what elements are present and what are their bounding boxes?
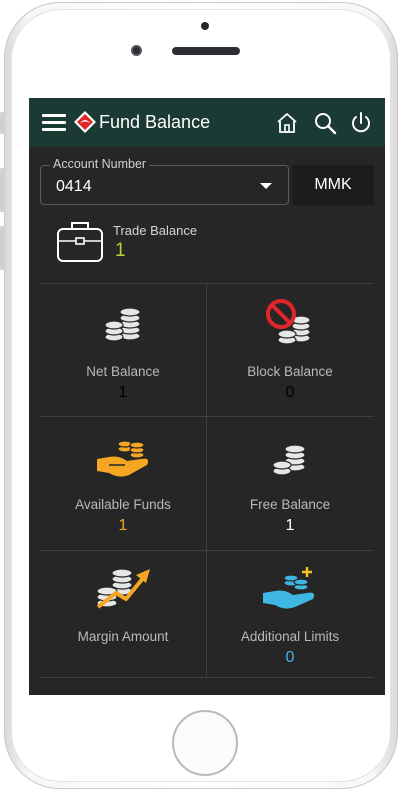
app-screen: Fund Balance Account Number 0414 MMK Tra… <box>29 98 385 695</box>
tile-label: Additional Limits <box>240 629 340 644</box>
tile-value: 1 <box>285 517 295 534</box>
tile-value: 1 <box>118 517 128 534</box>
currency-badge: MMK <box>292 165 374 205</box>
block-balance-tile[interactable]: Block Balance 0 <box>207 284 373 416</box>
coins-stack-icon <box>104 307 141 342</box>
earpiece-speaker <box>172 47 240 55</box>
tile-label: Block Balance <box>247 364 333 379</box>
page-title: Fund Balance <box>99 112 211 132</box>
tile-label: Net Balance <box>86 364 160 379</box>
tile-value: 0 <box>285 384 295 401</box>
home-icon[interactable] <box>275 111 299 135</box>
margin-amount-tile[interactable]: Margin Amount <box>40 551 206 677</box>
coins-icon <box>272 444 306 476</box>
app-bar: Fund Balance <box>29 98 385 147</box>
volume-up-button <box>0 168 5 212</box>
hand-coins-plus-icon <box>263 567 315 609</box>
trade-balance-label: Trade Balance <box>113 223 198 238</box>
tile-value: 0 <box>285 649 295 666</box>
tile-label: Available Funds <box>75 497 171 512</box>
volume-down-button <box>0 226 5 270</box>
hamburger-menu-icon[interactable] <box>42 114 66 132</box>
search-icon[interactable] <box>313 111 337 135</box>
front-camera <box>131 45 142 56</box>
blocked-coins-icon <box>266 299 311 345</box>
diamond-logo-icon <box>74 111 96 133</box>
trade-balance-value: 1 <box>115 240 126 261</box>
divider <box>40 677 374 678</box>
briefcase-icon <box>57 222 103 262</box>
home-button[interactable] <box>172 710 238 776</box>
power-icon[interactable] <box>349 111 373 135</box>
account-number-value: 0414 <box>56 178 92 195</box>
account-number-label: Account Number <box>50 157 150 171</box>
tile-label: Free Balance <box>249 497 331 512</box>
free-balance-tile[interactable]: Free Balance 1 <box>207 417 373 550</box>
additional-limits-tile[interactable]: Additional Limits 0 <box>207 551 373 677</box>
chevron-down-icon <box>260 183 272 189</box>
hand-coins-icon <box>97 440 149 477</box>
mute-switch <box>0 112 5 134</box>
account-number-dropdown[interactable]: Account Number 0414 <box>40 157 289 205</box>
net-balance-tile[interactable]: Net Balance 1 <box>40 284 206 416</box>
available-funds-tile[interactable]: Available Funds 1 <box>40 417 206 550</box>
coins-growth-arrow-icon <box>96 568 150 609</box>
tile-label: Margin Amount <box>77 629 169 644</box>
tile-value: 1 <box>118 384 128 401</box>
proximity-sensor <box>201 22 209 30</box>
